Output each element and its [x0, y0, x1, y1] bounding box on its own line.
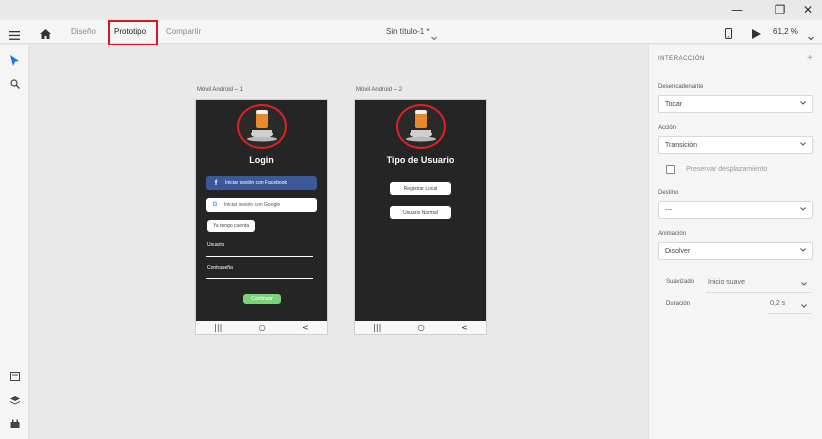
zoom-chevron-icon[interactable] — [808, 28, 814, 46]
chevron-down-icon — [800, 248, 806, 252]
trigger-label: Desencadenante — [658, 84, 704, 90]
easing-value[interactable]: Inicio suave — [708, 279, 745, 286]
home-icon[interactable] — [40, 26, 51, 44]
recent-apps-icon[interactable]: ||| — [214, 323, 222, 332]
tab-compartir[interactable]: Compartir — [166, 27, 201, 36]
assets-icon[interactable] — [8, 370, 21, 383]
chevron-down-icon — [800, 142, 806, 146]
close-button[interactable]: ✕ — [795, 2, 821, 18]
user-field-line[interactable] — [206, 256, 313, 257]
play-preview-icon[interactable] — [752, 26, 761, 44]
minimize-button[interactable]: — — [724, 2, 750, 18]
password-field-line[interactable] — [206, 278, 313, 279]
layers-icon[interactable] — [8, 394, 21, 407]
google-login-button[interactable]: G Iniciar sesión con Google — [206, 198, 317, 212]
artboard-login[interactable]: Login f Iniciar sesión con Facebook G In… — [195, 99, 328, 335]
preserve-scroll-option[interactable]: Preservar desplazamiento — [666, 165, 767, 174]
coffee-logo-icon — [396, 104, 446, 149]
tab-highlight-box — [108, 20, 158, 46]
design-canvas[interactable]: Móvil Android – 1 Login f Iniciar sesión… — [29, 45, 648, 439]
easing-label: Suavizado — [666, 279, 695, 285]
zoom-search-icon[interactable] — [8, 77, 21, 90]
easing-underline — [706, 292, 812, 293]
google-icon: G — [212, 202, 218, 208]
duration-value[interactable]: 0,2 s — [770, 300, 785, 307]
artboard-user-type[interactable]: Tipo de Usuario Registrar Local Usuario … — [354, 99, 487, 335]
device-preview-icon[interactable] — [725, 26, 732, 44]
artboard-label-2[interactable]: Móvil Android – 2 — [356, 87, 402, 93]
left-tool-rail — [0, 45, 29, 439]
normal-user-button[interactable]: Usuario Normal — [390, 206, 451, 219]
facebook-icon: f — [214, 179, 218, 187]
register-local-button[interactable]: Registrar Local — [390, 182, 451, 195]
password-label: Contraseña — [207, 265, 233, 271]
toolbar: Diseño Prototipo Compartir Sin título-1 … — [0, 20, 822, 46]
recent-apps-icon[interactable]: ||| — [373, 323, 381, 332]
home-circle-icon[interactable]: ○ — [418, 323, 425, 332]
panel-heading: INTERACCIÓN — [658, 56, 705, 62]
title-bar: — ❐ ✕ — [0, 0, 822, 20]
animation-value: Disolver — [665, 247, 691, 255]
chevron-down-icon — [800, 207, 806, 211]
trigger-value: Tocar — [665, 100, 683, 108]
preserve-scroll-label: Preservar desplazamiento — [686, 166, 768, 173]
continue-button[interactable]: Continuar — [243, 294, 281, 304]
select-arrow-icon[interactable] — [8, 54, 21, 67]
have-account-button[interactable]: Ya tengo cuenta — [207, 220, 255, 232]
hamburger-menu-icon[interactable] — [9, 27, 20, 45]
action-value: Transición — [665, 141, 698, 149]
animation-label: Animación — [658, 231, 687, 237]
back-icon[interactable]: < — [461, 323, 468, 332]
android-nav-bar: ||| ○ < — [355, 321, 486, 334]
user-label: Usuario — [207, 242, 225, 248]
preserve-scroll-checkbox[interactable] — [666, 165, 675, 174]
zoom-level[interactable]: 61,2 % — [773, 27, 798, 36]
add-interaction-button[interactable]: + — [807, 53, 813, 64]
action-label: Acción — [658, 125, 677, 131]
animation-select[interactable]: Disolver — [658, 242, 813, 260]
duration-chevron-icon[interactable] — [801, 303, 807, 309]
trigger-select[interactable]: Tocar — [658, 95, 813, 113]
tab-diseno[interactable]: Diseño — [71, 27, 96, 36]
chevron-down-icon[interactable] — [431, 28, 437, 46]
coffee-logo-icon — [237, 104, 287, 149]
plugins-icon[interactable] — [8, 417, 21, 430]
action-select[interactable]: Transición — [658, 136, 813, 154]
destination-select[interactable]: --- — [658, 201, 813, 219]
interaction-panel: INTERACCIÓN + Desencadenante Tocar Acció… — [648, 45, 822, 439]
home-circle-icon[interactable]: ○ — [259, 323, 266, 332]
duration-label: Duración — [666, 301, 691, 307]
user-type-title: Tipo de Usuario — [386, 155, 455, 165]
login-title: Login — [249, 155, 274, 165]
back-icon[interactable]: < — [302, 323, 309, 332]
easing-chevron-icon[interactable] — [801, 281, 807, 287]
duration-underline — [768, 313, 812, 314]
google-login-label: Iniciar sesión con Google — [224, 202, 281, 208]
destination-value: --- — [665, 206, 672, 214]
android-nav-bar: ||| ○ < — [196, 321, 327, 334]
document-title[interactable]: Sin título-1 * — [386, 27, 430, 36]
facebook-login-button[interactable]: f Iniciar sesión con Facebook — [206, 176, 317, 190]
facebook-login-label: Iniciar sesión con Facebook — [225, 180, 287, 186]
artboard-label-1[interactable]: Móvil Android – 1 — [197, 87, 243, 93]
chevron-down-icon — [800, 101, 806, 105]
restore-button[interactable]: ❐ — [767, 2, 793, 18]
destination-label: Destino — [658, 190, 679, 196]
